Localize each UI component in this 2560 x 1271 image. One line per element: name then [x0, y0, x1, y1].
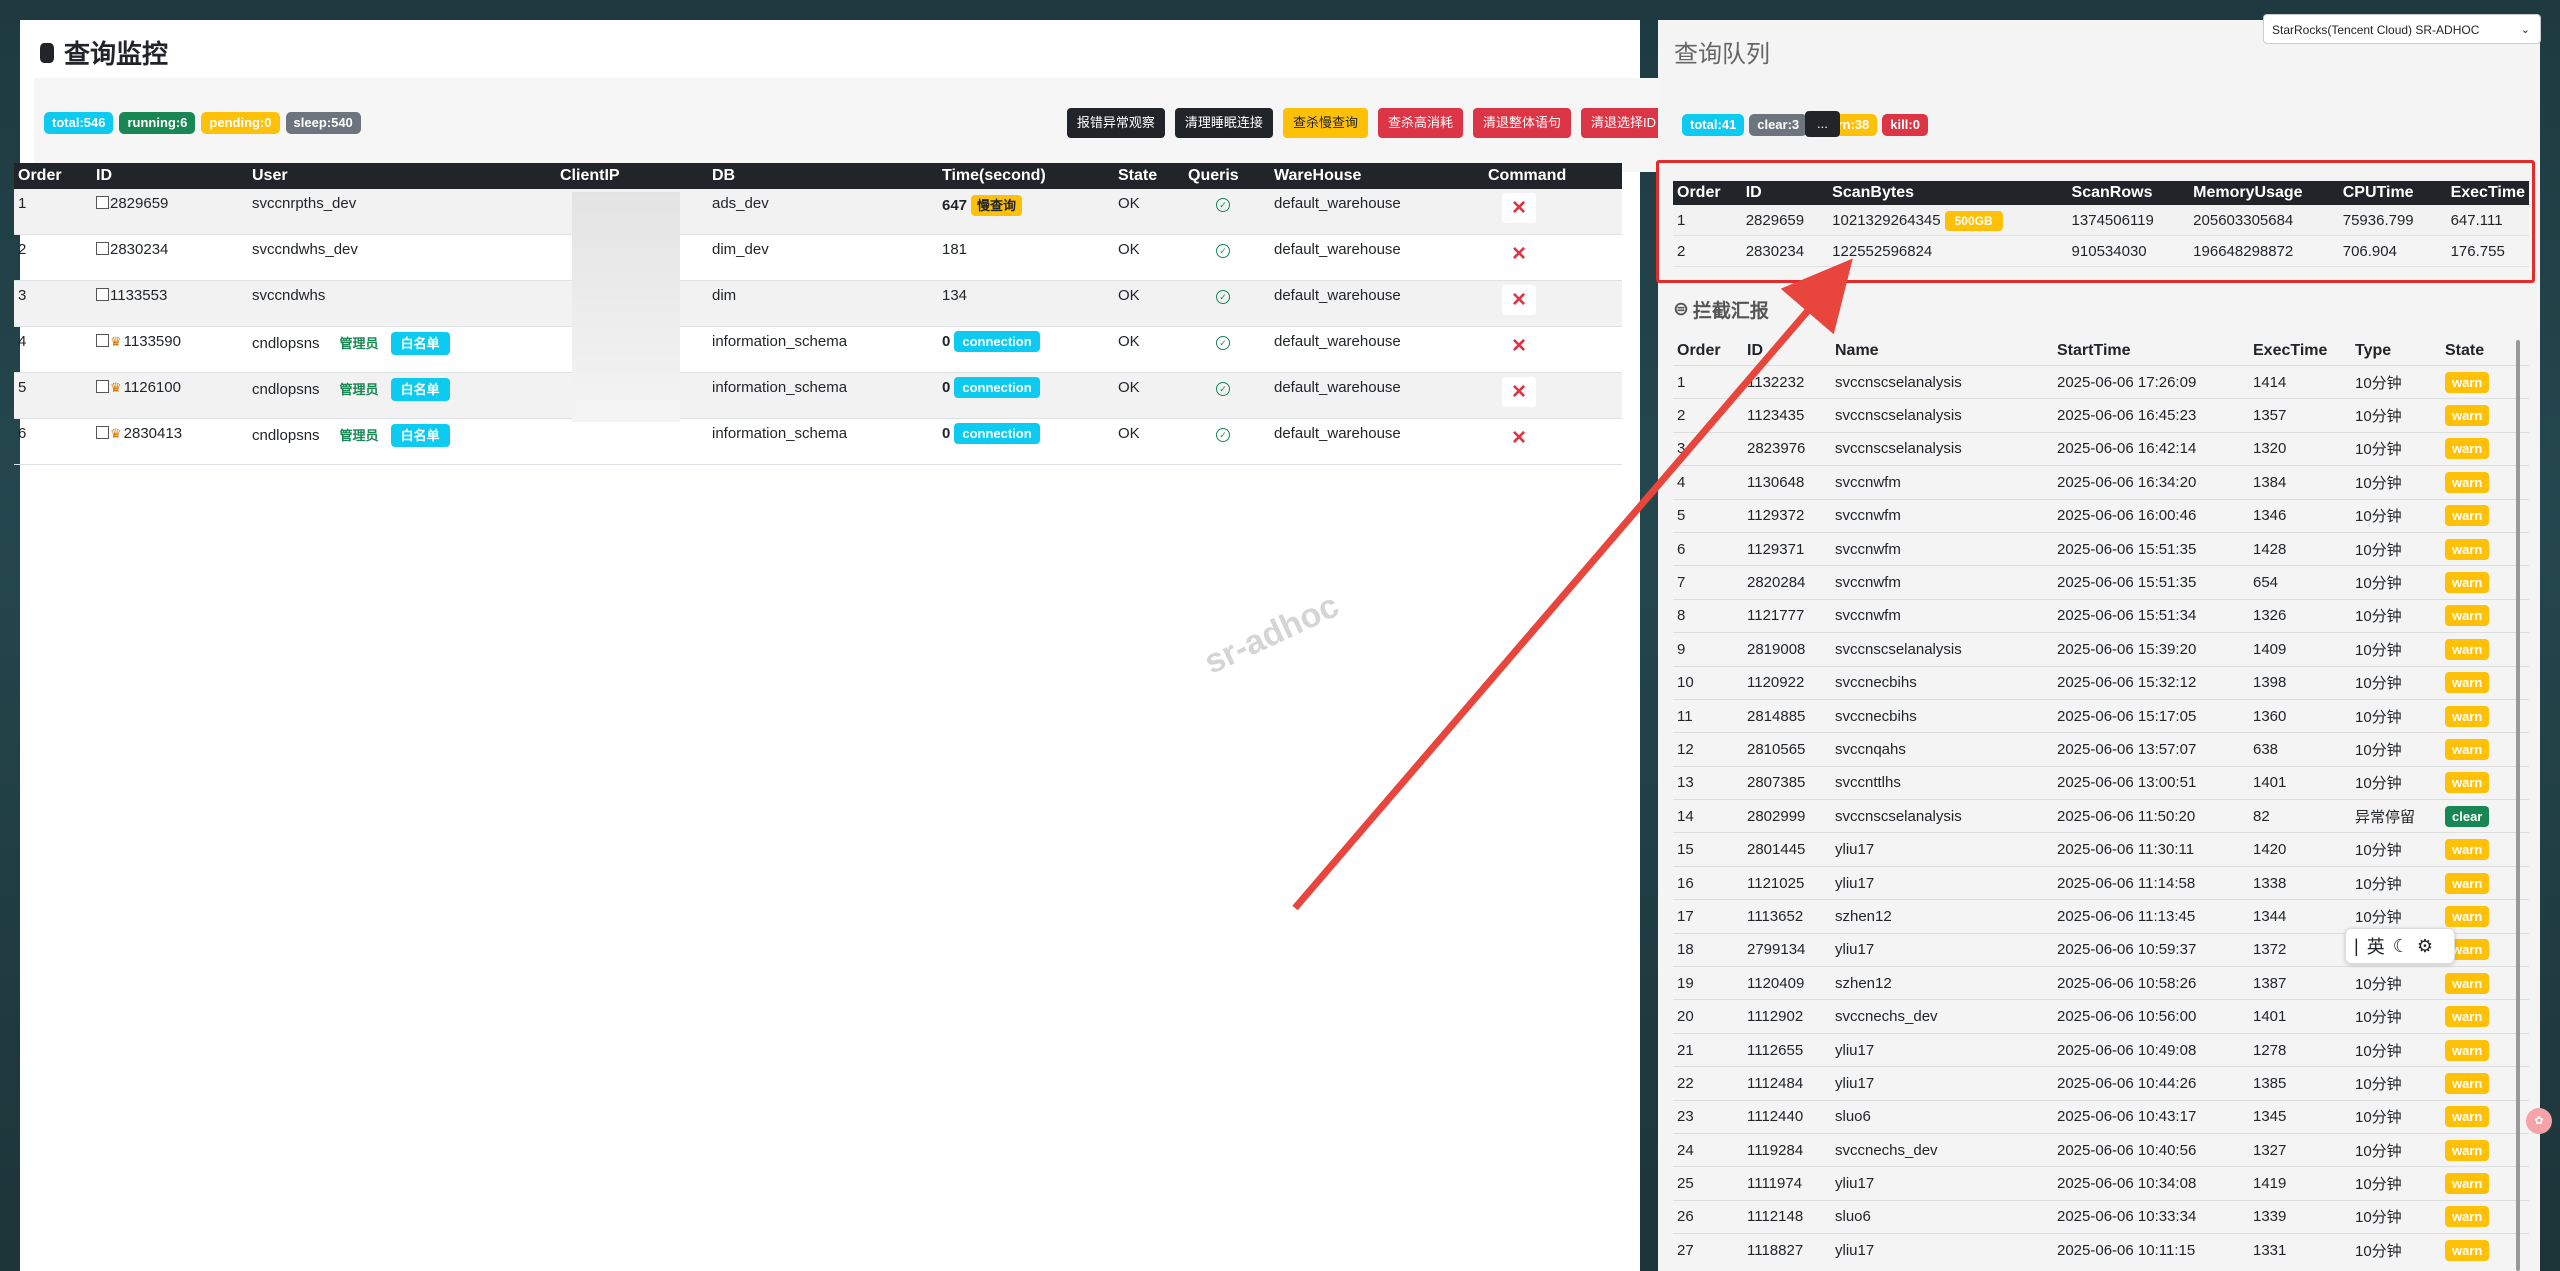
arrow-line [1292, 258, 1853, 911]
annotation-arrow [1292, 258, 1853, 911]
